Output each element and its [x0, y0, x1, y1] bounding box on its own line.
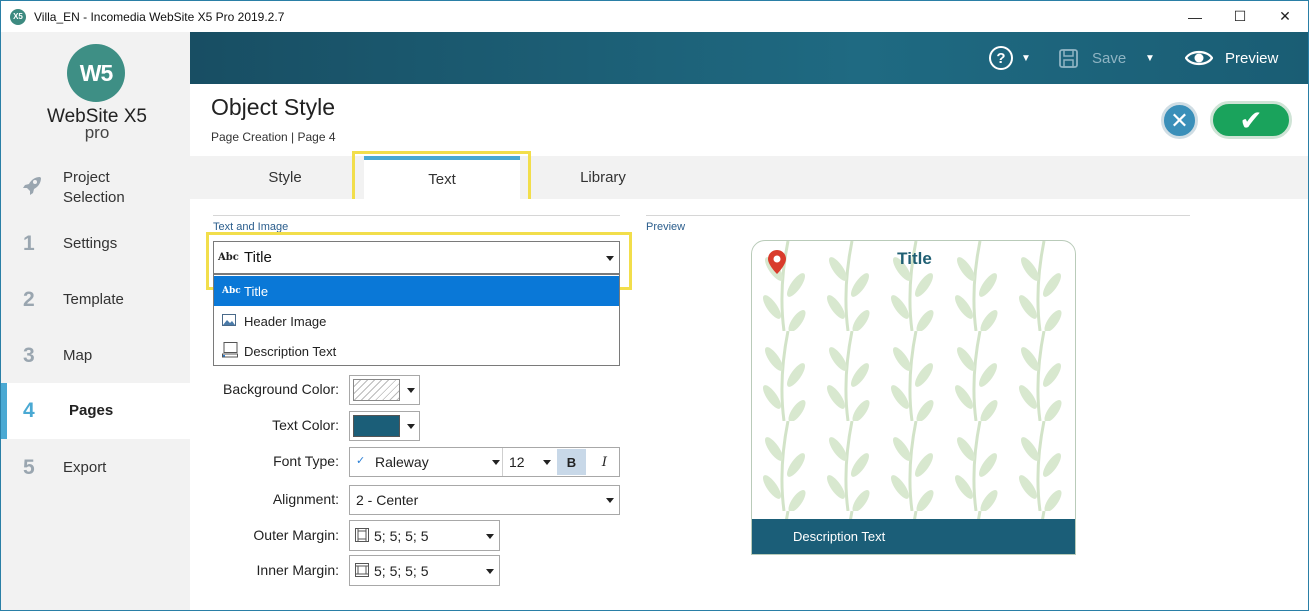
font-name-select[interactable]: Raleway	[375, 454, 429, 470]
option-header-image[interactable]: Header Image	[214, 306, 619, 336]
sidebar-item-label: Template	[63, 291, 124, 308]
checkmark-icon: ✔	[1239, 104, 1263, 136]
sidebar: W5 WebSite X5 pro Project Selection 1 Se…	[1, 32, 190, 610]
sidebar-item-export[interactable]: 5 Export	[1, 440, 190, 496]
app-icon: X5	[10, 8, 26, 25]
sidebar-item-label: Project Selection	[63, 169, 125, 206]
logo-mark: W5	[67, 44, 125, 102]
page-header: Object Style Page Creation | Page 4 ✕ ✔	[190, 84, 1308, 156]
option-label: Title	[244, 283, 269, 299]
outer-margin-label: Outer Margin:	[253, 527, 339, 543]
chevron-down-icon	[486, 569, 494, 574]
step-number: 1	[23, 232, 35, 255]
step-number: 3	[23, 344, 35, 367]
transparent-swatch	[353, 379, 400, 401]
preview-section-label: Preview	[646, 221, 686, 233]
sidebar-item-project-selection[interactable]: Project Selection	[1, 160, 190, 216]
chevron-down-icon	[492, 460, 500, 465]
save-icon	[1059, 48, 1078, 68]
rocket-icon	[1, 174, 63, 203]
sidebar-item-pages[interactable]: 4 Pages	[1, 383, 190, 439]
chevron-down-icon	[606, 498, 614, 503]
text-color-picker[interactable]	[349, 411, 420, 441]
sidebar-item-template[interactable]: 2 Template	[1, 272, 190, 328]
preview-button[interactable]: Preview	[1185, 32, 1278, 84]
minimize-button[interactable]: —	[1172, 1, 1218, 32]
chevron-down-icon: ▼	[1021, 52, 1031, 64]
maximize-button[interactable]: ☐	[1217, 1, 1263, 32]
alignment-value: 2 - Center	[356, 492, 419, 508]
divider	[646, 215, 1190, 216]
text-image-options: Abc Title Header Image Description Text	[213, 274, 620, 366]
font-type-label: Font Type:	[273, 453, 339, 469]
help-icon: ?	[989, 46, 1013, 70]
save-options-dropdown[interactable]: ▼	[1145, 32, 1155, 84]
text-color-swatch	[353, 415, 400, 437]
inner-margin-label: Inner Margin:	[256, 562, 339, 578]
bold-toggle[interactable]: B	[557, 449, 586, 475]
tab-library[interactable]: Library	[530, 156, 676, 199]
leaf-pattern	[752, 241, 1075, 521]
background-color-picker[interactable]	[349, 375, 420, 405]
margin-icon	[355, 528, 369, 542]
inner-margin-value: 5; 5; 5; 5	[374, 563, 429, 579]
margin-icon	[355, 563, 369, 577]
image-icon	[214, 313, 244, 329]
checkmark-icon: ✓	[356, 455, 366, 467]
abc-icon: Abc	[222, 286, 241, 296]
app-window: X5 Villa_EN - Incomedia WebSite X5 Pro 2…	[0, 0, 1309, 611]
italic-toggle[interactable]: I	[590, 449, 619, 475]
eye-icon	[1185, 50, 1213, 66]
ok-button[interactable]: ✔	[1210, 101, 1292, 139]
step-number: 5	[23, 456, 35, 479]
title-bar: X5 Villa_EN - Incomedia WebSite X5 Pro 2…	[1, 1, 1308, 32]
sidebar-item-label: Map	[63, 347, 93, 364]
divider	[502, 448, 503, 476]
chevron-down-icon: ▼	[1145, 52, 1155, 64]
option-description-text[interactable]: Description Text	[214, 336, 619, 366]
option-label: Description Text	[244, 343, 337, 359]
window-title: Villa_EN - Incomedia WebSite X5 Pro 2019…	[34, 9, 285, 24]
top-toolbar: ? ▼ Save ▼ Preview	[190, 32, 1308, 84]
font-size-select[interactable]: 12	[509, 454, 525, 470]
alignment-label: Alignment:	[272, 491, 339, 507]
preview-description: Description Text	[752, 519, 1075, 554]
option-label: Header Image	[244, 313, 327, 329]
chevron-down-icon	[543, 460, 551, 465]
sidebar-item-label: Settings	[63, 235, 118, 252]
step-number: 2	[23, 288, 35, 311]
text-color-label: Text Color:	[272, 417, 339, 433]
font-type-control: ✓ Raleway 12 B I	[349, 447, 620, 477]
page-title: Object Style	[211, 94, 335, 120]
outer-margin-value: 5; 5; 5; 5	[374, 528, 429, 544]
help-menu[interactable]: ? ▼	[989, 32, 1031, 84]
background-color-label: Background Color:	[223, 381, 339, 397]
inner-margin-select[interactable]: 5; 5; 5; 5	[349, 555, 500, 586]
close-icon: ✕	[1170, 107, 1189, 133]
preview-title: Title	[897, 249, 932, 268]
close-button[interactable]: ✕	[1262, 1, 1308, 32]
step-number: 4	[23, 399, 35, 422]
sidebar-item-settings[interactable]: 1 Settings	[1, 216, 190, 272]
outer-margin-select[interactable]: 5; 5; 5; 5	[349, 520, 500, 551]
chevron-down-icon	[486, 534, 494, 539]
sidebar-item-label: Export	[63, 459, 107, 476]
preview-card: Title Description Text	[751, 240, 1076, 555]
chevron-down-icon	[407, 388, 415, 393]
chevron-down-icon	[407, 424, 415, 429]
save-button[interactable]: Save	[1059, 32, 1126, 84]
description-icon	[214, 341, 244, 361]
tab-highlight	[352, 151, 531, 203]
save-label: Save	[1092, 49, 1127, 67]
divider	[213, 215, 620, 216]
alignment-select[interactable]: 2 - Center	[349, 485, 620, 515]
breadcrumb: Page Creation | Page 4	[211, 130, 336, 144]
sidebar-item-label: Pages	[69, 402, 114, 419]
sidebar-item-map[interactable]: 3 Map	[1, 328, 190, 384]
preview-label: Preview	[1225, 49, 1279, 67]
option-title[interactable]: Abc Title	[214, 276, 619, 306]
logo: W5 WebSite X5 pro	[47, 44, 147, 143]
cancel-button[interactable]: ✕	[1161, 102, 1198, 139]
